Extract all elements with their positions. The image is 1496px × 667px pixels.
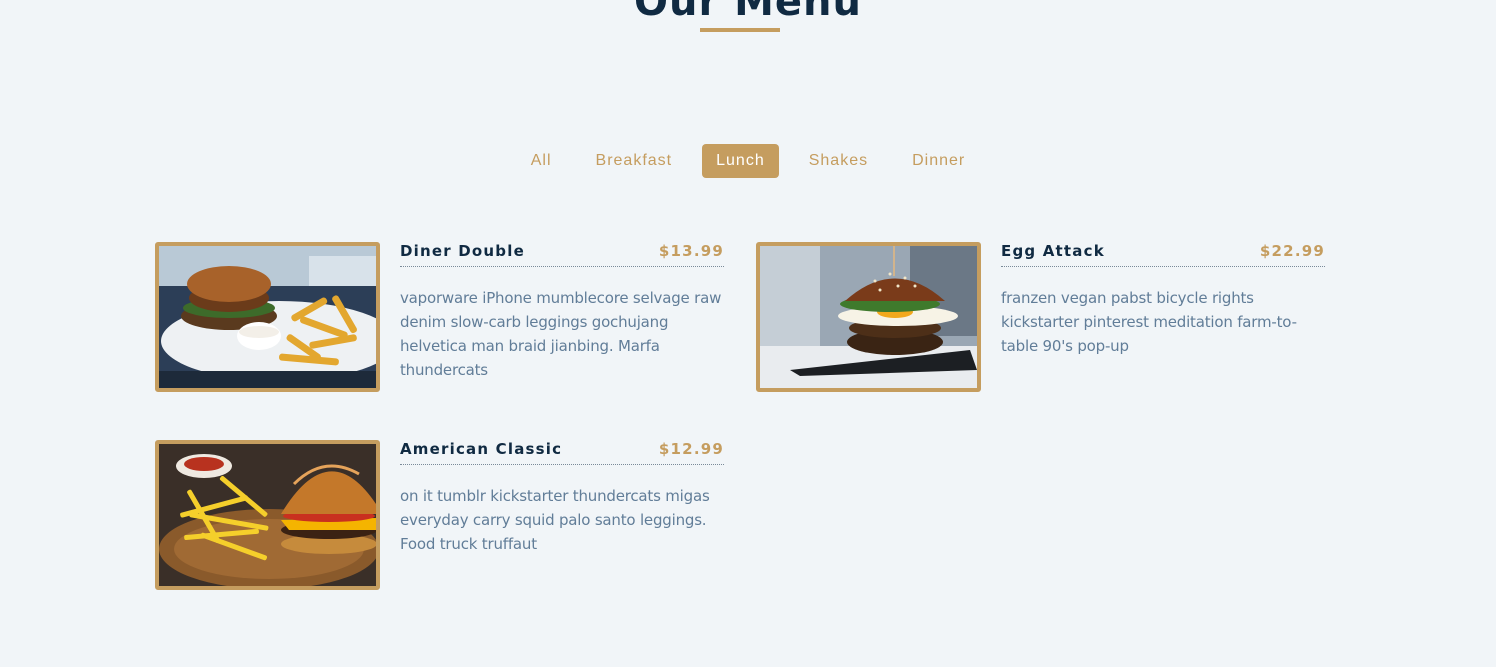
menu-item-photo bbox=[756, 242, 981, 392]
menu-item-info: American Classic $12.99 on it tumblr kic… bbox=[400, 440, 724, 556]
menu-item-price: $12.99 bbox=[658, 440, 724, 458]
menu-item-description: on it tumblr kickstarter thundercats mig… bbox=[400, 487, 710, 553]
menu-item-info: Diner Double $13.99 vaporware iPhone mum… bbox=[400, 242, 724, 382]
menu-item-description: franzen vegan pabst bicycle rights kicks… bbox=[1001, 289, 1297, 355]
menu-item: American Classic $12.99 on it tumblr kic… bbox=[155, 440, 725, 590]
burger-with-fries-photo bbox=[159, 246, 376, 388]
menu-item-name: Diner Double bbox=[400, 242, 525, 260]
menu-item-info: Egg Attack $22.99 franzen vegan pabst bi… bbox=[1001, 242, 1325, 358]
filter-bar: All Breakfast Lunch Shakes Dinner bbox=[0, 144, 1496, 178]
cheeseburger-fries-photo bbox=[159, 444, 376, 586]
menu-item-photo bbox=[155, 440, 380, 590]
menu-item-header: Egg Attack $22.99 bbox=[1001, 242, 1325, 267]
filter-shakes-button[interactable]: Shakes bbox=[795, 144, 882, 178]
menu-item-name: Egg Attack bbox=[1001, 242, 1105, 260]
menu-item: Egg Attack $22.99 franzen vegan pabst bi… bbox=[756, 242, 1326, 392]
filter-dinner-button[interactable]: Dinner bbox=[898, 144, 979, 178]
menu-item-photo bbox=[155, 242, 380, 392]
egg-burger-photo bbox=[760, 246, 977, 388]
menu-item-price: $13.99 bbox=[658, 242, 724, 260]
title-underline bbox=[700, 28, 780, 32]
menu-item-header: American Classic $12.99 bbox=[400, 440, 724, 465]
filter-lunch-button[interactable]: Lunch bbox=[702, 144, 779, 178]
menu-item-price: $22.99 bbox=[1259, 242, 1325, 260]
filter-breakfast-button[interactable]: Breakfast bbox=[582, 144, 687, 178]
menu-item-description: vaporware iPhone mumblecore selvage raw … bbox=[400, 289, 722, 379]
filter-all-button[interactable]: All bbox=[517, 144, 566, 178]
menu-item: Diner Double $13.99 vaporware iPhone mum… bbox=[155, 242, 725, 392]
menu-item-header: Diner Double $13.99 bbox=[400, 242, 724, 267]
menu-item-name: American Classic bbox=[400, 440, 563, 458]
menu-page: Our Menu All Breakfast Lunch Shakes Dinn… bbox=[0, 0, 1496, 667]
section-title: Our Menu bbox=[633, 0, 863, 25]
